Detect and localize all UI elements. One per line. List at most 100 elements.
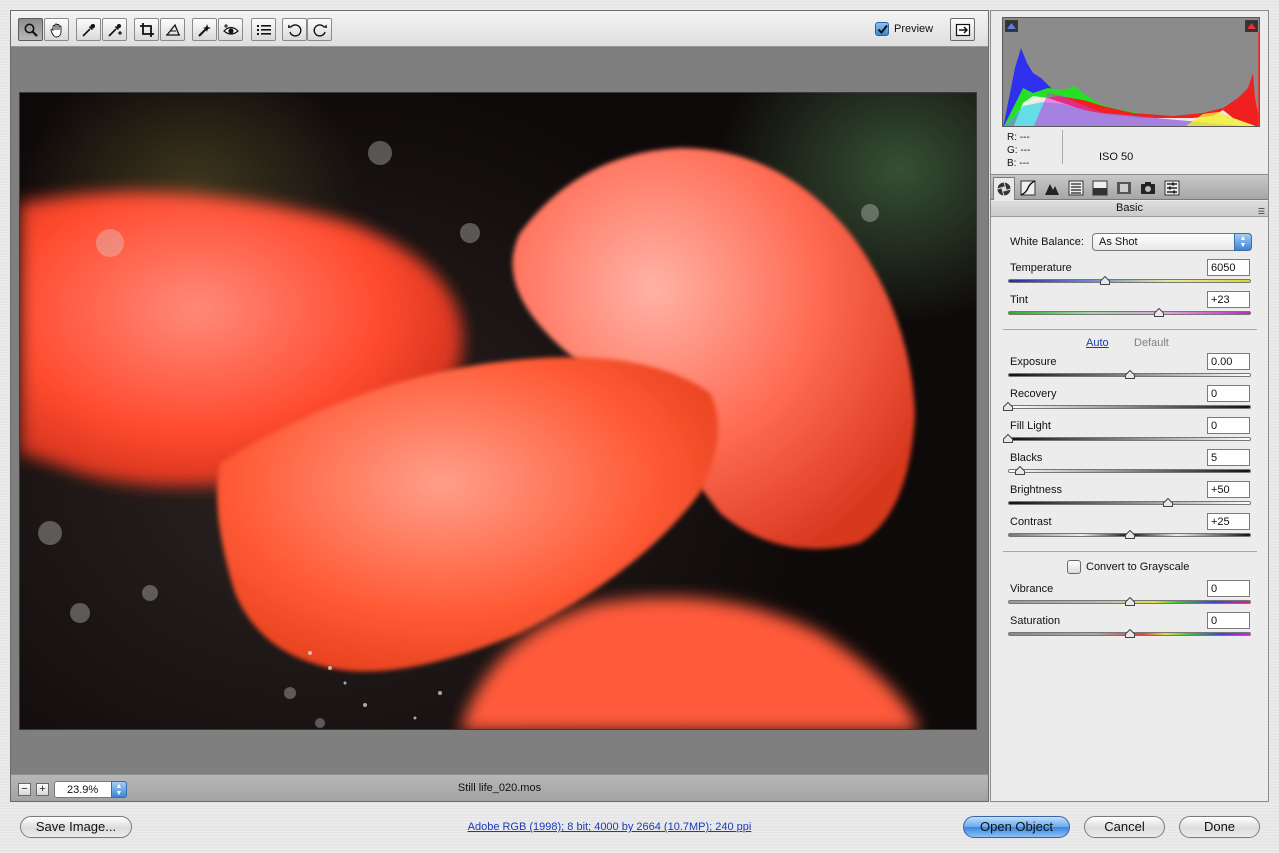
slider-thumb-icon [1015, 466, 1026, 475]
triangle-up-icon [1247, 23, 1256, 29]
straighten-tool-button[interactable] [160, 18, 185, 41]
image-workspace: Preview − + 23.9% ▲ ▼ Still life_020.mos [10, 10, 989, 802]
temperature-field[interactable]: 6050 [1207, 259, 1250, 276]
candy-photo-image [20, 141, 920, 729]
rotate-left-tool-button[interactable] [282, 18, 307, 41]
cancel-button[interactable]: Cancel [1084, 816, 1165, 838]
photo-preview[interactable] [19, 92, 977, 730]
white-balance-select[interactable]: As Shot ▲ ▼ [1092, 233, 1252, 251]
brightness-slider-thumb[interactable] [1163, 498, 1174, 507]
tab-tone-curve[interactable] [1017, 177, 1039, 198]
exposure-field[interactable]: 0.00 [1207, 353, 1250, 370]
toolbar: Preview [11, 11, 988, 47]
blacks-field[interactable]: 5 [1207, 449, 1250, 466]
zoom-tool-button[interactable] [18, 18, 43, 41]
preferences-tool-button[interactable] [251, 18, 276, 41]
eyedropper-icon [81, 23, 95, 37]
color-sampler-tool-button[interactable] [102, 18, 127, 41]
temperature-label: Temperature [1010, 262, 1072, 274]
histogram-graph [1003, 18, 1259, 126]
dropdown-arrows-icon[interactable]: ▲ ▼ [1234, 233, 1252, 251]
g-value: --- [1020, 145, 1031, 156]
recovery-field[interactable]: 0 [1207, 385, 1250, 402]
filename-label: Still life_020.mos [457, 782, 542, 794]
preview-checkbox[interactable] [875, 22, 889, 36]
panel-menu-icon[interactable]: ☰ [1258, 204, 1265, 219]
brightness-slider[interactable] [1008, 501, 1251, 505]
grayscale-label: Convert to Grayscale [1086, 561, 1190, 573]
temperature-slider-thumb[interactable] [1100, 276, 1111, 285]
tint-slider[interactable] [1008, 311, 1251, 315]
tab-split-toning[interactable] [1089, 177, 1111, 198]
crop-icon [139, 22, 154, 37]
iso-label: ISO 50 [1099, 151, 1134, 163]
section-title: Basic ☰ [991, 201, 1268, 217]
retouch-tool-button[interactable] [192, 18, 217, 41]
saturation-field[interactable]: 0 [1207, 612, 1250, 629]
fill-light-slider[interactable] [1008, 437, 1251, 441]
blacks-label: Blacks [1010, 452, 1043, 464]
contrast-slider-thumb[interactable] [1124, 530, 1135, 539]
done-button[interactable]: Done [1179, 816, 1260, 838]
aperture-icon [997, 182, 1011, 196]
red-eye-icon [222, 23, 239, 35]
slider-thumb-icon [1003, 434, 1013, 443]
vibrance-slider-thumb[interactable] [1124, 597, 1135, 606]
panel-tabs [991, 174, 1268, 200]
blacks-slider[interactable] [1008, 469, 1251, 473]
section-title-label: Basic [1116, 202, 1143, 214]
default-button[interactable]: Default [1134, 337, 1169, 349]
white-balance-tool-button[interactable] [76, 18, 101, 41]
convert-to-grayscale-toggle[interactable]: Convert to Grayscale [1067, 560, 1189, 574]
recovery-slider[interactable] [1008, 405, 1251, 409]
b-value: --- [1019, 158, 1030, 169]
r-label: R: [1007, 132, 1017, 143]
exposure-slider-thumb[interactable] [1124, 370, 1135, 379]
fill-light-field[interactable]: 0 [1207, 417, 1250, 434]
straighten-icon [165, 23, 180, 36]
slider-thumb-icon [1100, 276, 1111, 285]
shadow-clipping-warning-button[interactable] [1005, 20, 1018, 32]
crop-tool-button[interactable] [134, 18, 159, 41]
slider-thumb-icon [1124, 597, 1135, 606]
brightness-field[interactable]: +50 [1207, 481, 1250, 498]
saturation-slider-thumb[interactable] [1124, 629, 1135, 638]
fullscreen-toggle-button[interactable] [950, 18, 975, 41]
tab-basic[interactable] [993, 177, 1015, 200]
rgb-readout: R: --- G: --- B: --- [1007, 131, 1030, 170]
preview-toggle[interactable]: Preview [875, 21, 933, 37]
recovery-slider-thumb[interactable] [1003, 402, 1013, 411]
preview-canvas[interactable] [11, 48, 988, 774]
brightness-label: Brightness [1010, 484, 1062, 496]
presets-icon [1164, 180, 1180, 195]
slider-thumb-icon [1124, 370, 1135, 379]
vibrance-field[interactable]: 0 [1207, 580, 1250, 597]
tab-lens-corrections[interactable] [1113, 177, 1135, 198]
tab-camera-calibration[interactable] [1137, 177, 1159, 198]
tint-label: Tint [1010, 294, 1028, 306]
contrast-label: Contrast [1010, 516, 1052, 528]
grayscale-checkbox[interactable] [1067, 560, 1081, 574]
recovery-label: Recovery [1010, 388, 1057, 400]
fill-light-slider-thumb[interactable] [1003, 434, 1013, 443]
open-object-button[interactable]: Open Object [963, 816, 1070, 838]
tab-hsl[interactable] [1065, 177, 1087, 198]
hand-tool-button[interactable] [44, 18, 69, 41]
fullscreen-icon [955, 23, 970, 36]
auto-button[interactable]: Auto [1086, 337, 1109, 349]
highlight-clipping-warning-button[interactable] [1245, 20, 1258, 32]
tint-slider-thumb[interactable] [1153, 308, 1164, 317]
white-balance-value: As Shot [1099, 236, 1138, 248]
rotate-right-tool-button[interactable] [307, 18, 332, 41]
blacks-slider-thumb[interactable] [1015, 466, 1026, 475]
tab-detail[interactable] [1041, 177, 1063, 198]
contrast-field[interactable]: +25 [1207, 513, 1250, 530]
saturation-label: Saturation [1010, 615, 1061, 627]
g-label: G: [1007, 145, 1018, 156]
red-eye-tool-button[interactable] [218, 18, 243, 41]
white-balance-label: White Balance: [1010, 236, 1084, 248]
r-value: --- [1019, 132, 1030, 143]
temperature-slider[interactable] [1008, 279, 1251, 283]
tab-presets[interactable] [1161, 177, 1183, 198]
tint-field[interactable]: +23 [1207, 291, 1250, 308]
